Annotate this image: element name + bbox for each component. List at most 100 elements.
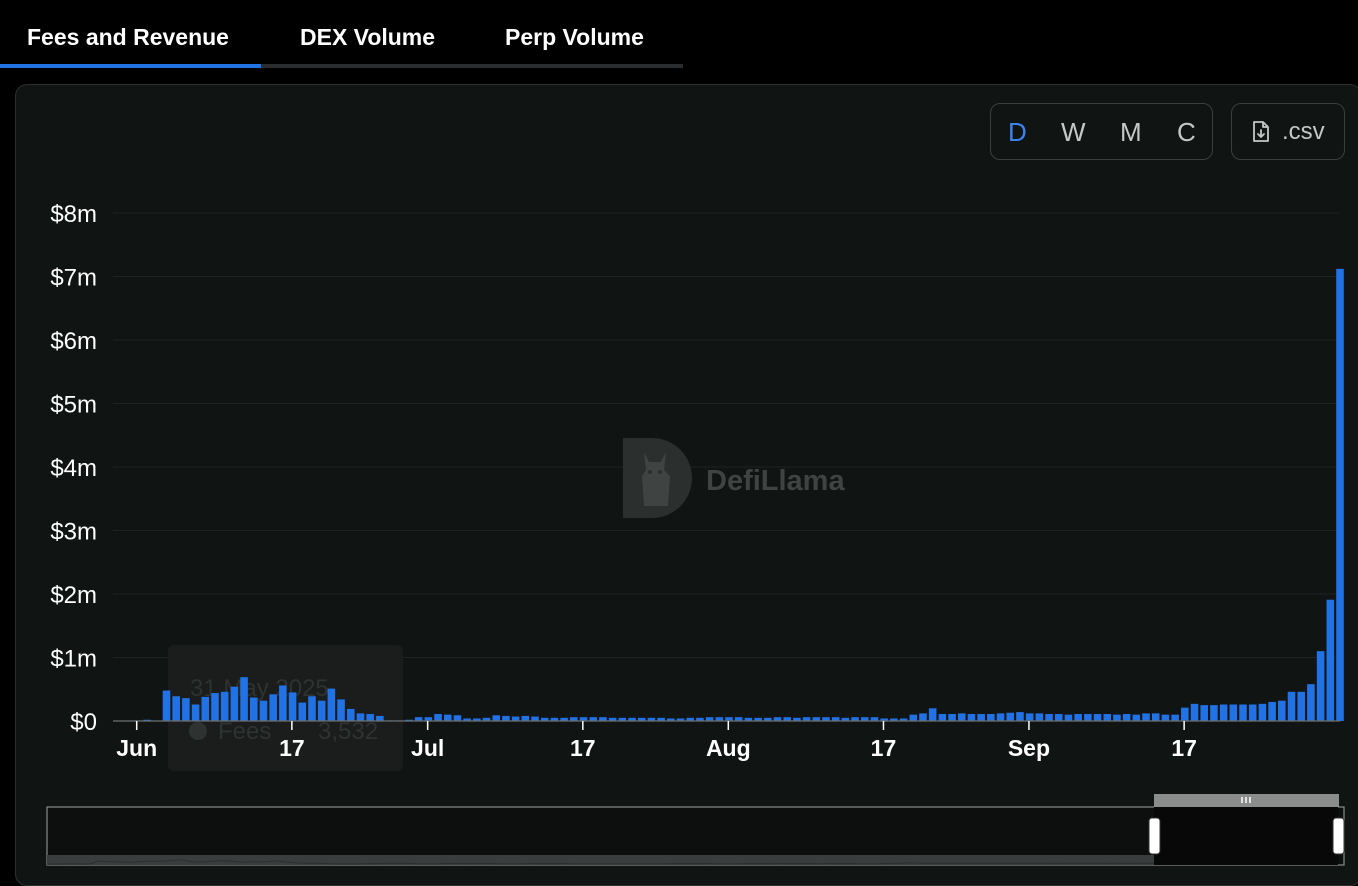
bar[interactable] [240, 677, 248, 721]
bar[interactable] [443, 714, 452, 721]
bar[interactable] [1025, 713, 1034, 721]
bar[interactable] [172, 696, 180, 721]
bar[interactable] [1200, 705, 1209, 721]
watermark-text: DefiLlama [706, 465, 845, 497]
bar[interactable] [1064, 714, 1073, 721]
bar[interactable] [1161, 714, 1170, 721]
bar[interactable] [366, 714, 374, 721]
bar[interactable] [957, 713, 966, 721]
bar[interactable] [162, 690, 171, 721]
y-tick-label: $5m [50, 392, 97, 419]
bar[interactable] [279, 685, 287, 721]
bar[interactable] [337, 699, 345, 721]
bar[interactable] [1113, 714, 1121, 721]
bar[interactable] [1239, 704, 1247, 721]
bar[interactable] [1093, 714, 1102, 721]
bar[interactable] [1045, 714, 1053, 721]
bar[interactable] [376, 715, 384, 721]
ghost-tooltip-value: 3,532 [318, 718, 378, 745]
bar[interactable] [269, 694, 277, 721]
bar[interactable] [1287, 691, 1296, 721]
bar[interactable] [948, 714, 956, 721]
bar[interactable] [298, 702, 307, 721]
y-tick-label: $6m [50, 328, 97, 355]
bar[interactable] [1035, 713, 1044, 721]
x-tick-label: Jul [411, 735, 444, 761]
bar[interactable] [230, 686, 239, 721]
bar[interactable] [1103, 714, 1112, 721]
bar[interactable] [938, 714, 947, 721]
y-tick-label: $7m [50, 265, 97, 292]
bar[interactable] [1326, 599, 1335, 721]
data-zoom-slider[interactable] [46, 794, 1345, 866]
bar[interactable] [502, 715, 510, 721]
fees-bar-chart: DefiLlama 31 May 2025 Fees 3,532 $0 $1m $2… [46, 201, 1345, 866]
y-tick-label: $8m [50, 201, 97, 228]
bar[interactable] [356, 713, 365, 721]
bar[interactable] [191, 704, 200, 721]
bar[interactable] [967, 714, 976, 721]
bar[interactable] [1268, 701, 1276, 721]
bar[interactable] [201, 696, 210, 721]
x-tick-label: Jun [116, 735, 157, 761]
bar[interactable] [220, 691, 229, 721]
bar[interactable] [1054, 714, 1063, 721]
bar[interactable] [259, 700, 268, 721]
bar[interactable] [919, 713, 927, 721]
bar[interactable] [996, 713, 1005, 721]
bar[interactable] [977, 714, 985, 721]
bar[interactable] [1074, 714, 1082, 721]
bar[interactable] [1278, 700, 1286, 721]
bar[interactable] [453, 715, 462, 721]
defillama-watermark: DefiLlama [623, 438, 845, 518]
bar[interactable] [511, 716, 520, 721]
slider-left-handle[interactable] [1148, 817, 1161, 855]
bar[interactable] [1142, 713, 1150, 721]
y-tick-label: $4m [50, 455, 97, 482]
bar[interactable] [1229, 704, 1238, 721]
y-tick-label: $2m [50, 582, 97, 609]
bar[interactable] [1132, 714, 1141, 721]
bar[interactable] [211, 693, 219, 721]
bar[interactable] [909, 714, 918, 721]
bar[interactable] [492, 715, 501, 721]
bar[interactable] [1336, 268, 1344, 721]
bar[interactable] [1258, 703, 1267, 721]
bar[interactable] [182, 698, 190, 721]
bar[interactable] [317, 700, 326, 721]
bar[interactable] [249, 697, 258, 721]
bar[interactable] [1171, 714, 1179, 721]
x-tick-label: Sep [1008, 735, 1050, 761]
bar[interactable] [1016, 712, 1024, 721]
bar[interactable] [1210, 705, 1218, 721]
bar[interactable] [1122, 714, 1131, 721]
bar[interactable] [928, 708, 937, 721]
bar[interactable] [1181, 707, 1189, 721]
grid-lines [113, 212, 1340, 658]
y-tick-label: $3m [50, 519, 97, 546]
bar[interactable] [434, 714, 442, 721]
bar[interactable] [987, 714, 995, 721]
bar[interactable] [1297, 691, 1305, 721]
bar[interactable] [308, 696, 316, 721]
bar[interactable] [1084, 714, 1092, 721]
ghost-tooltip-date: 31 May 2025 [190, 675, 329, 702]
bar[interactable] [521, 715, 530, 721]
bar[interactable] [531, 716, 539, 721]
slider-selected-window[interactable] [1154, 807, 1338, 865]
bar[interactable] [346, 708, 355, 721]
x-tick-label: 17 [570, 735, 596, 761]
bar[interactable] [1006, 712, 1015, 721]
slider-right-handle[interactable] [1332, 817, 1345, 855]
bar[interactable] [1307, 684, 1315, 721]
bar[interactable] [1248, 704, 1257, 721]
x-tick-label: 17 [1171, 735, 1197, 761]
bar[interactable] [327, 688, 336, 721]
bar[interactable] [288, 692, 297, 721]
bar[interactable] [1219, 704, 1228, 721]
bar[interactable] [1316, 651, 1325, 721]
x-tick-label: 17 [279, 735, 305, 761]
bar[interactable] [1151, 713, 1160, 721]
y-tick-label: $1m [50, 646, 97, 673]
bar[interactable] [1190, 703, 1199, 721]
